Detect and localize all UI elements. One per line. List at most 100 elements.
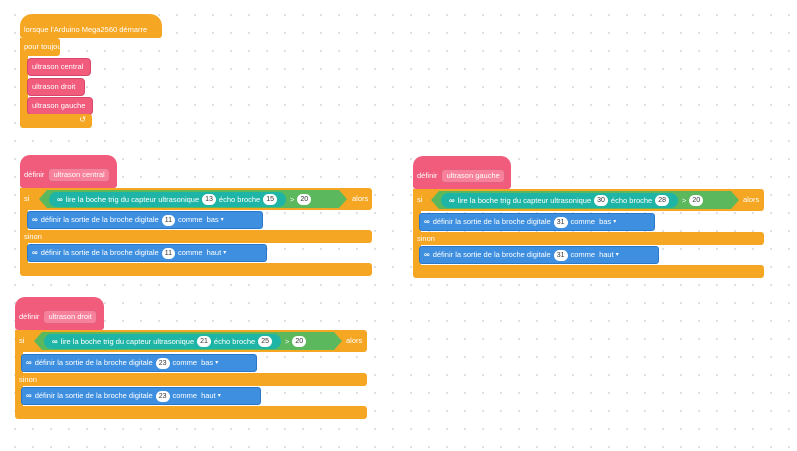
arduino-start-hat-block[interactable]: lorsque l'Arduino Mega2560 démarre	[20, 14, 162, 38]
if-else-footer-droit	[15, 406, 367, 419]
infinity-icon: ∞	[424, 250, 430, 259]
comparison-block-droit[interactable]: ∞ lire la boche trig du capteur ultrason…	[34, 332, 342, 350]
chevron-down-icon: ▾	[215, 360, 219, 366]
comme-label: comme	[570, 217, 596, 227]
if-else-footer-gauche	[413, 265, 764, 278]
threshold-input[interactable]: 20	[297, 194, 311, 205]
level-dropdown[interactable]: haut ▾	[207, 249, 227, 257]
digital-write-block-else-droit[interactable]: ∞ définir la sortie de la broche digital…	[21, 387, 261, 405]
infinity-icon: ∞	[57, 194, 63, 204]
chevron-down-icon: ▾	[220, 217, 224, 223]
hat-label: lorsque l'Arduino Mega2560 démarre	[24, 25, 148, 35]
chevron-down-icon: ▾	[223, 250, 227, 256]
pin-input[interactable]: 11	[161, 247, 175, 259]
procedure-name-central[interactable]: ultrason central	[48, 167, 110, 182]
define-label: définir	[24, 169, 45, 179]
procedure-name-gauche[interactable]: ultrason gauche	[441, 168, 505, 183]
threshold-input[interactable]: 20	[689, 195, 703, 206]
procedure-name-label: ultrason gauche	[446, 170, 500, 180]
echo-label: écho broche	[610, 195, 653, 205]
echo-label: écho broche	[218, 194, 261, 204]
digital-write-label: définir la sortie de la broche digitale	[40, 248, 159, 258]
digital-write-label: définir la sortie de la broche digitale	[432, 250, 551, 260]
ultrasonic-sensor-block-droit[interactable]: ∞ lire la boche trig du capteur ultrason…	[44, 334, 281, 349]
infinity-icon: ∞	[449, 195, 455, 205]
echo-pin-input[interactable]: 15	[263, 194, 277, 205]
operator-symbol: >	[290, 194, 295, 204]
else-block-gauche: sinon	[413, 232, 764, 245]
infinity-icon: ∞	[32, 248, 38, 257]
else-label: sinon	[417, 233, 435, 243]
call-label-gauche: ultrason gauche	[32, 101, 86, 111]
infinity-icon: ∞	[52, 336, 58, 346]
comme-label: comme	[172, 391, 198, 401]
level-dropdown[interactable]: haut ▾	[599, 251, 619, 259]
echo-pin-input[interactable]: 28	[655, 195, 669, 206]
ultrasonic-sensor-block-gauche[interactable]: ∞ lire la boche trig du capteur ultrason…	[441, 193, 678, 208]
digital-write-block-else-gauche[interactable]: ∞ définir la sortie de la broche digital…	[419, 246, 659, 264]
infinity-icon: ∞	[26, 358, 32, 367]
level-value: haut	[206, 248, 222, 258]
digital-write-label: définir la sortie de la broche digitale	[34, 358, 153, 368]
else-block-droit: sinon	[15, 373, 367, 386]
pin-input[interactable]: 11	[161, 214, 175, 226]
forever-loop-block[interactable]: pour toujours	[20, 38, 68, 56]
pin-input[interactable]: 23	[155, 357, 170, 369]
level-dropdown[interactable]: bas ▾	[207, 216, 224, 224]
level-value: bas	[201, 358, 214, 368]
define-block-central[interactable]: définir ultrason central	[20, 155, 117, 188]
digital-write-label: définir la sortie de la broche digitale	[432, 217, 551, 227]
then-label: alors	[346, 336, 363, 346]
if-else-footer-central	[20, 263, 372, 276]
define-block-gauche[interactable]: définir ultrason gauche	[413, 156, 511, 189]
level-dropdown[interactable]: bas ▾	[599, 218, 616, 226]
comme-label: comme	[177, 248, 203, 258]
define-label: définir	[417, 170, 438, 180]
echo-pin-input[interactable]: 25	[258, 336, 272, 347]
level-value: bas	[206, 215, 219, 225]
operator-symbol: >	[285, 336, 290, 346]
digital-write-block-if-central[interactable]: ∞ définir la sortie de la broche digital…	[27, 211, 263, 229]
call-ultrason-central-block[interactable]: ultrason central	[27, 58, 91, 76]
infinity-icon: ∞	[26, 391, 32, 400]
chevron-down-icon: ▾	[217, 393, 221, 399]
infinity-icon: ∞	[424, 217, 430, 226]
call-ultrason-gauche-block[interactable]: ultrason gauche	[27, 97, 93, 115]
echo-label: écho broche	[213, 336, 256, 346]
level-dropdown[interactable]: bas ▾	[201, 359, 218, 367]
digital-write-block-if-droit[interactable]: ∞ définir la sortie de la broche digital…	[21, 354, 257, 372]
define-block-droit[interactable]: définir ultrason droit	[15, 297, 104, 330]
sensor-label: lire la boche trig du capteur ultrasoniq…	[457, 195, 592, 205]
digital-write-label: définir la sortie de la broche digitale	[34, 391, 153, 401]
define-label: définir	[19, 311, 40, 321]
comparison-block-gauche[interactable]: ∞ lire la boche trig du capteur ultrason…	[431, 191, 739, 209]
call-label-droit: ultrason droit	[32, 82, 76, 92]
call-ultrason-droit-block[interactable]: ultrason droit	[27, 78, 85, 96]
pin-input[interactable]: 31	[553, 216, 568, 228]
trig-pin-input[interactable]: 13	[202, 194, 216, 205]
level-dropdown[interactable]: haut ▾	[201, 392, 221, 400]
procedure-name-droit[interactable]: ultrason droit	[43, 309, 97, 324]
digital-write-block-if-gauche[interactable]: ∞ définir la sortie de la broche digital…	[419, 213, 655, 231]
operator-symbol: >	[682, 195, 687, 205]
procedure-name-label: ultrason droit	[48, 311, 92, 321]
trig-pin-input[interactable]: 30	[594, 195, 608, 206]
pin-input[interactable]: 23	[155, 390, 170, 402]
if-label: si	[24, 194, 30, 204]
digital-write-block-else-central[interactable]: ∞ définir la sortie de la broche digital…	[27, 244, 267, 262]
ultrasonic-sensor-block-central[interactable]: ∞ lire la boche trig du capteur ultrason…	[49, 192, 286, 207]
level-value: haut	[201, 391, 216, 401]
if-label: si	[19, 336, 25, 346]
threshold-input[interactable]: 20	[292, 336, 306, 347]
trig-pin-input[interactable]: 21	[197, 336, 211, 347]
digital-write-label: définir la sortie de la broche digitale	[40, 215, 159, 225]
infinity-icon: ∞	[32, 215, 38, 224]
comparison-block-central[interactable]: ∞ lire la boche trig du capteur ultrason…	[39, 190, 347, 208]
sensor-label: lire la boche trig du capteur ultrasoniq…	[60, 336, 195, 346]
pin-input[interactable]: 31	[553, 249, 568, 261]
if-label: si	[417, 195, 423, 205]
then-label-wrap: alors	[739, 193, 763, 207]
then-label: alors	[743, 195, 760, 205]
then-label-wrap: alors	[348, 192, 372, 206]
loop-arrow-icon: ↺	[79, 115, 86, 124]
